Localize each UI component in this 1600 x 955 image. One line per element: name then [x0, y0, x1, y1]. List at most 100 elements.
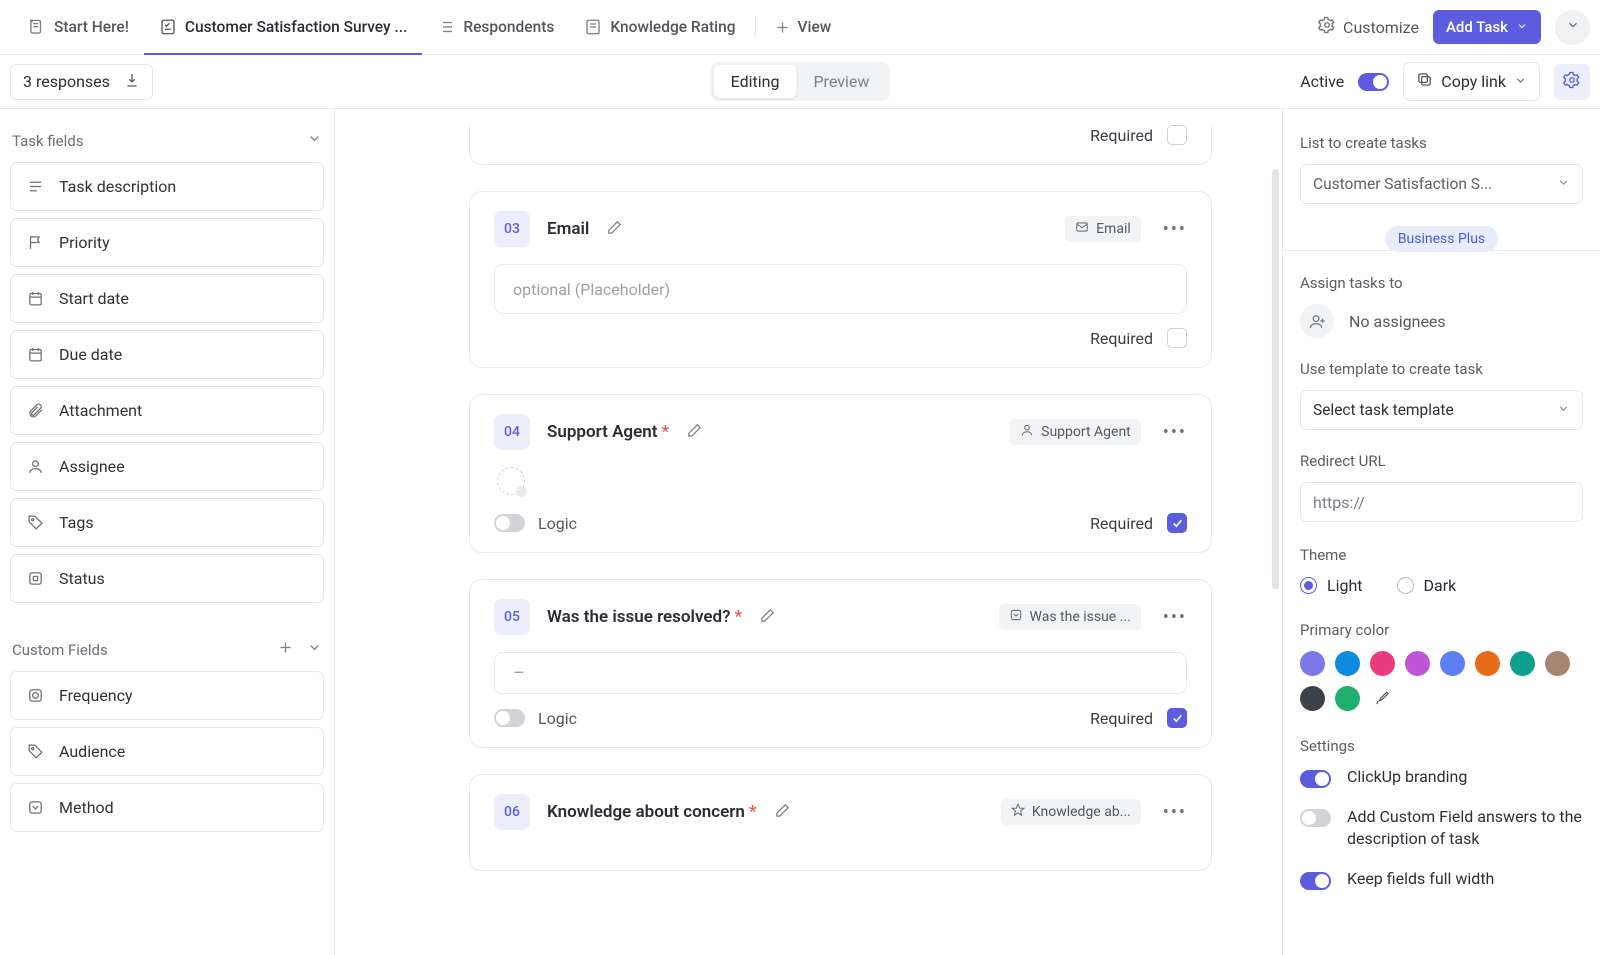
- add-cf-toggle[interactable]: [1300, 809, 1331, 827]
- question-title[interactable]: Knowledge about concern*: [547, 802, 757, 822]
- color-swatch[interactable]: [1475, 651, 1500, 676]
- question-title[interactable]: Was the issue resolved?*: [547, 607, 742, 627]
- edit-icon[interactable]: [606, 219, 623, 240]
- tab-add-view[interactable]: View: [760, 0, 847, 54]
- status-icon: [25, 570, 45, 587]
- list-to-create-label: List to create tasks: [1300, 134, 1583, 152]
- logic-label: Logic: [538, 514, 577, 533]
- edit-icon[interactable]: [686, 422, 703, 443]
- required-checkbox[interactable]: [1167, 125, 1187, 145]
- color-swatch[interactable]: [1510, 651, 1535, 676]
- copy-link-button[interactable]: Copy link: [1403, 62, 1540, 101]
- color-swatch[interactable]: [1335, 686, 1360, 711]
- logic-toggle[interactable]: [494, 514, 525, 532]
- color-swatch[interactable]: [1300, 686, 1325, 711]
- plus-icon[interactable]: [278, 640, 293, 659]
- customize-button[interactable]: Customize: [1318, 16, 1419, 38]
- field-chip[interactable]: Support Agent: [1010, 419, 1141, 445]
- placeholder-input[interactable]: optional (Placeholder): [494, 264, 1187, 314]
- add-task-label: Add Task: [1446, 18, 1508, 36]
- dropdown-placeholder[interactable]: –: [494, 652, 1187, 694]
- copy-link-label: Copy link: [1441, 72, 1506, 91]
- template-label: Use template to create task: [1300, 360, 1583, 378]
- more-icon[interactable]: •••: [1163, 802, 1187, 823]
- preview-tab[interactable]: Preview: [796, 65, 886, 98]
- color-swatch[interactable]: [1405, 651, 1430, 676]
- template-select[interactable]: Select task template: [1300, 390, 1583, 430]
- question-card-support-agent[interactable]: 04 Support Agent* Support Agent •••: [469, 394, 1212, 553]
- editing-tab[interactable]: Editing: [714, 65, 797, 98]
- branding-toggle[interactable]: [1300, 770, 1331, 788]
- theme-light-radio[interactable]: Light: [1300, 576, 1363, 595]
- clip-icon: [25, 402, 45, 419]
- color-swatch[interactable]: [1370, 651, 1395, 676]
- fullwidth-toggle[interactable]: [1300, 872, 1331, 890]
- field-label: Task description: [59, 177, 176, 196]
- required-checkbox[interactable]: [1167, 708, 1187, 728]
- color-swatch[interactable]: [1440, 651, 1465, 676]
- tab-knowledge[interactable]: Knowledge Rating: [569, 0, 750, 54]
- scrollbar[interactable]: [1272, 169, 1279, 589]
- color-swatch[interactable]: [1545, 651, 1570, 676]
- task-fields-header[interactable]: Task fields: [10, 131, 324, 162]
- chevron-down-icon: [1514, 72, 1527, 91]
- question-title[interactable]: Email: [547, 219, 589, 239]
- down-icon: [25, 799, 45, 816]
- field-row-tags[interactable]: Tags: [10, 498, 324, 547]
- chevron-down-icon: [1557, 175, 1570, 193]
- field-row-due-date[interactable]: Due date: [10, 330, 324, 379]
- color-picker-icon[interactable]: [1370, 686, 1395, 711]
- more-menu-button[interactable]: [1555, 10, 1590, 45]
- field-row-attachment[interactable]: Attachment: [10, 386, 324, 435]
- question-card-knowledge[interactable]: 06 Knowledge about concern* Knowledge ab…: [469, 774, 1212, 871]
- field-row-task-description[interactable]: Task description: [10, 162, 324, 211]
- more-icon[interactable]: •••: [1163, 422, 1187, 443]
- more-icon[interactable]: •••: [1163, 607, 1187, 628]
- chevron-down-icon: [307, 640, 322, 659]
- question-card-issue-resolved[interactable]: 05 Was the issue resolved?* Was the issu…: [469, 579, 1212, 748]
- question-card-email[interactable]: 03 Email Email ••• optional (Placeholder…: [469, 191, 1212, 368]
- field-row-method[interactable]: Method: [10, 783, 324, 832]
- redirect-input[interactable]: https://: [1300, 482, 1583, 522]
- list-select[interactable]: Customer Satisfaction S...: [1300, 164, 1583, 204]
- field-row-audience[interactable]: Audience: [10, 727, 324, 776]
- responses-button[interactable]: 3 responses: [10, 64, 153, 100]
- required-checkbox[interactable]: [1167, 328, 1187, 348]
- calendar-icon: [25, 346, 45, 363]
- tab-survey[interactable]: Customer Satisfaction Survey ...: [144, 0, 423, 54]
- question-card[interactable]: Required: [469, 125, 1212, 165]
- tab-start-here[interactable]: Start Here!: [12, 0, 144, 54]
- theme-dark-radio[interactable]: Dark: [1397, 576, 1457, 595]
- active-toggle[interactable]: [1358, 73, 1389, 91]
- required-checkbox[interactable]: [1167, 513, 1187, 533]
- assignees-button[interactable]: No assignees: [1300, 304, 1583, 338]
- color-swatch[interactable]: [1335, 651, 1360, 676]
- field-row-assignee[interactable]: Assignee: [10, 442, 324, 491]
- field-chip[interactable]: Was the issue ...: [999, 604, 1141, 630]
- tab-respondents[interactable]: Respondents: [422, 0, 569, 54]
- field-row-start-date[interactable]: Start date: [10, 274, 324, 323]
- form-settings-button[interactable]: [1554, 64, 1590, 100]
- edit-icon[interactable]: [774, 802, 791, 823]
- question-number: 03: [494, 211, 530, 247]
- logic-toggle[interactable]: [494, 709, 525, 727]
- person-icon: [1020, 423, 1034, 441]
- field-row-frequency[interactable]: Frequency: [10, 671, 324, 720]
- required-label: Required: [1090, 126, 1153, 145]
- no-assignees-label: No assignees: [1349, 312, 1446, 331]
- field-chip[interactable]: Knowledge ab...: [1001, 799, 1141, 825]
- edit-icon[interactable]: [759, 607, 776, 628]
- more-icon[interactable]: •••: [1163, 219, 1187, 240]
- add-assignee-placeholder[interactable]: [497, 467, 525, 495]
- field-row-status[interactable]: Status: [10, 554, 324, 603]
- color-swatch[interactable]: [1300, 651, 1325, 676]
- field-row-priority[interactable]: Priority: [10, 218, 324, 267]
- download-icon[interactable]: [124, 72, 140, 92]
- field-label: Assignee: [59, 457, 125, 476]
- custom-fields-header[interactable]: Custom Fields: [10, 610, 324, 671]
- add-task-button[interactable]: Add Task: [1433, 10, 1541, 44]
- required-label: Required: [1090, 514, 1153, 533]
- field-chip[interactable]: Email: [1065, 216, 1141, 242]
- question-title[interactable]: Support Agent*: [547, 422, 669, 442]
- field-label: Status: [59, 569, 105, 588]
